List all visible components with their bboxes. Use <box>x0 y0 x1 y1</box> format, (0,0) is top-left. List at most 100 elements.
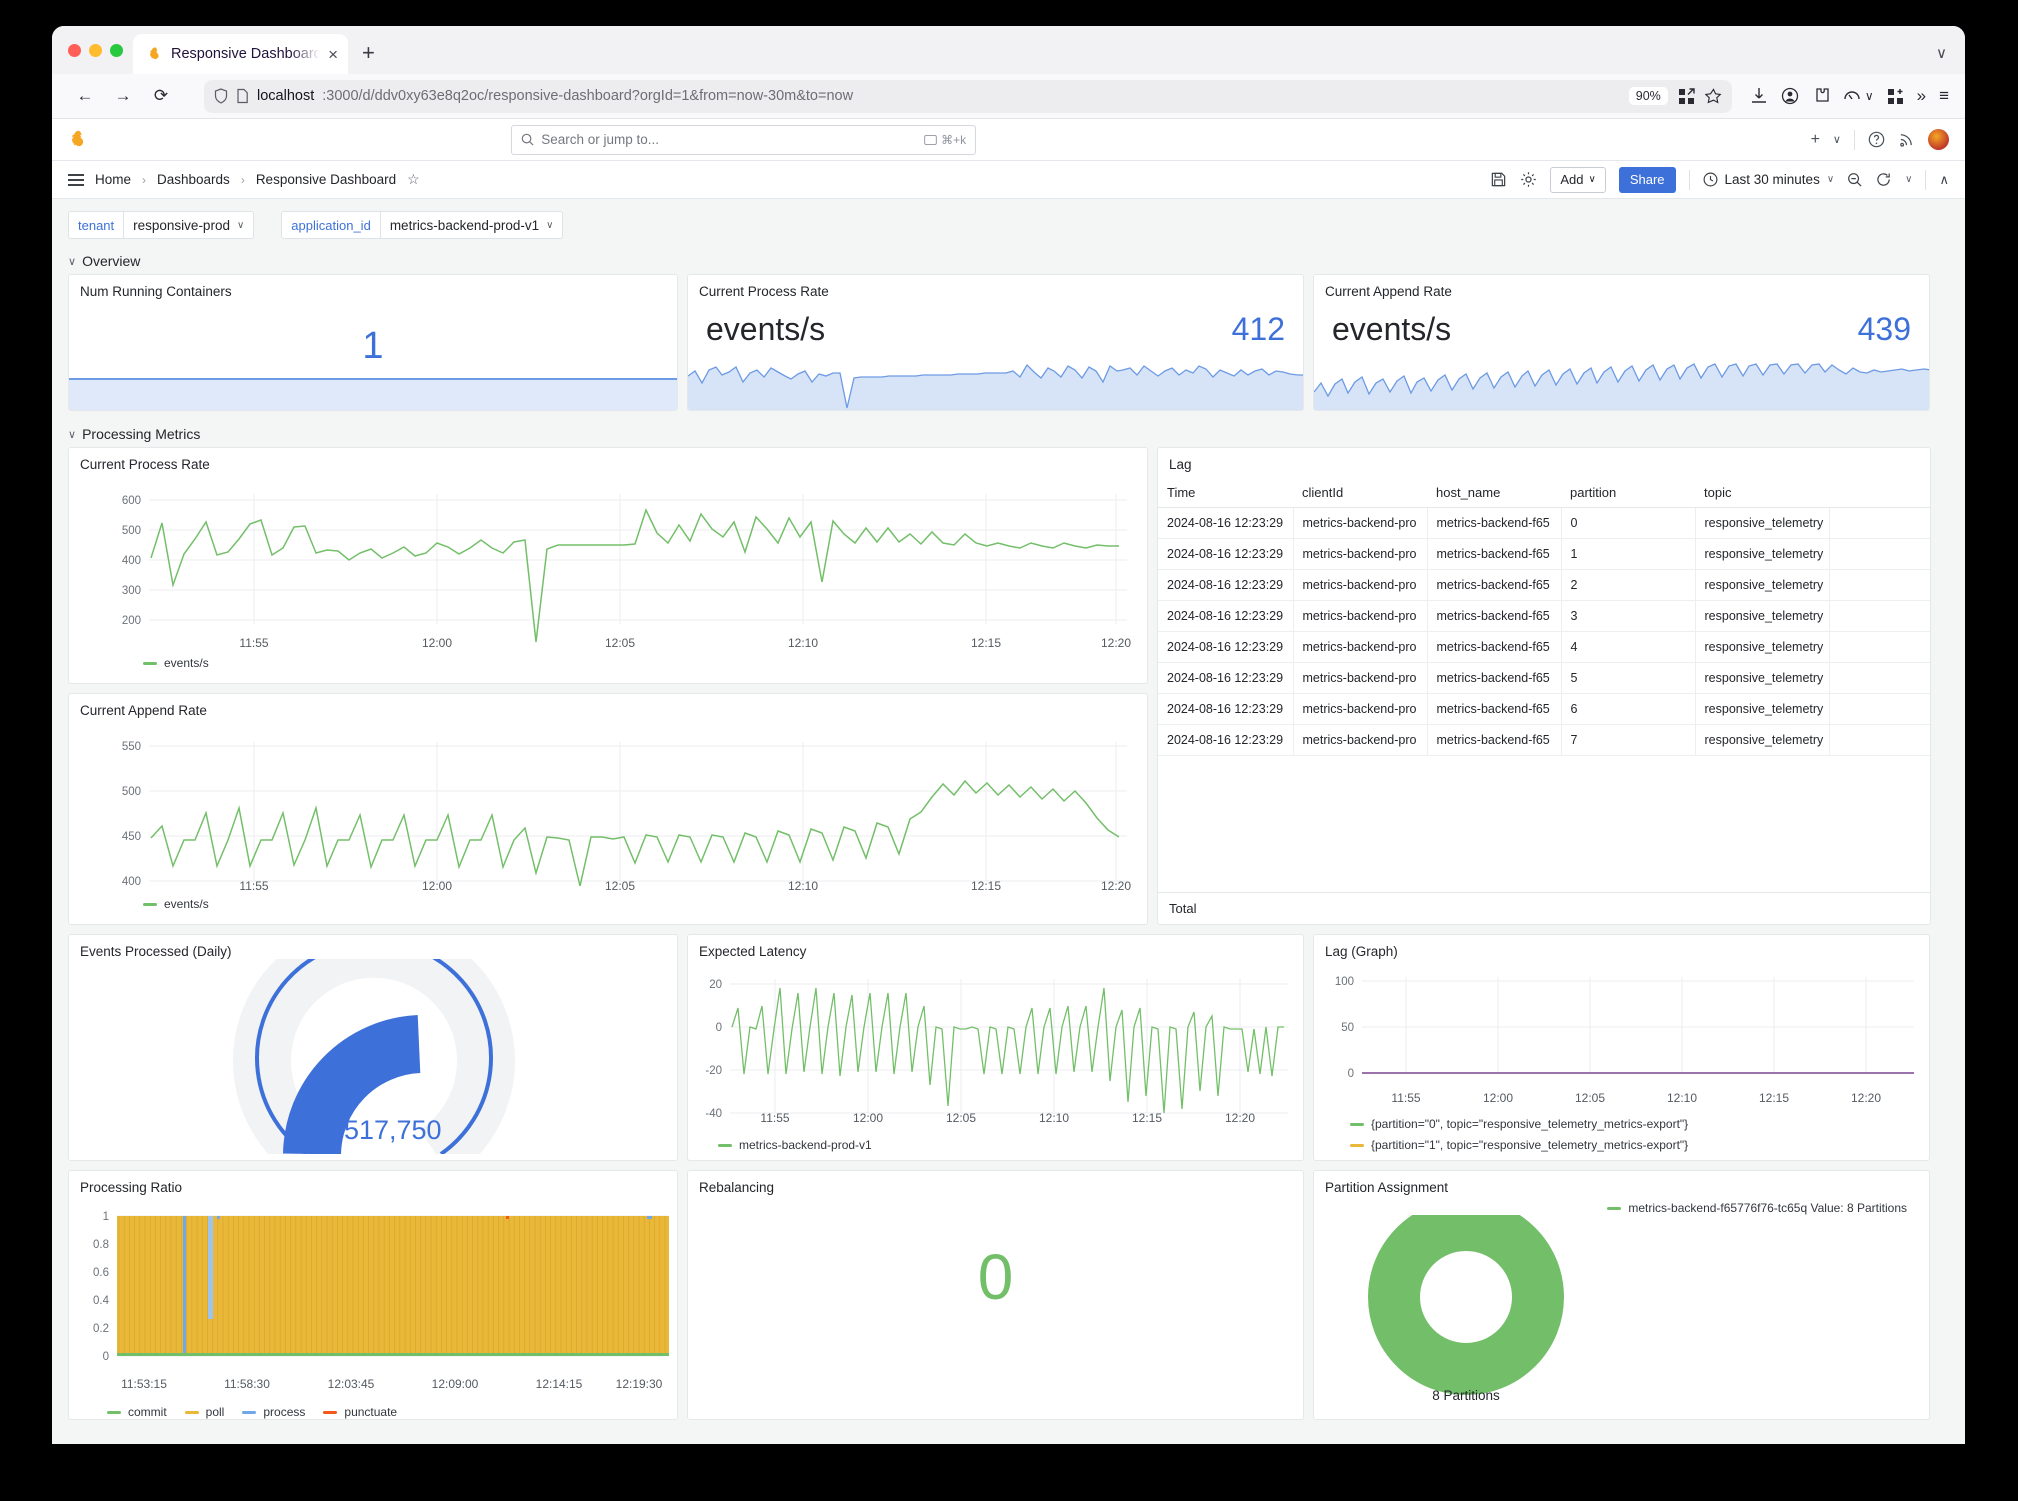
ratio-legend-punctuate[interactable]: punctuate <box>323 1405 397 1419</box>
panel-num-running-containers[interactable]: Num Running Containers 1 <box>68 274 678 411</box>
time-range-picker[interactable]: Last 30 minutes ∨ <box>1703 172 1834 187</box>
favorite-star-icon[interactable]: ☆ <box>407 171 420 188</box>
ratio-legend-poll[interactable]: poll <box>184 1405 224 1419</box>
menu-toggle-icon[interactable] <box>68 173 84 186</box>
panel-partition-assignment[interactable]: Partition Assignment metrics-backend-f65… <box>1313 1170 1930 1420</box>
lag-table-header-row: Time clientId host_name partition topic <box>1158 478 1930 508</box>
puzzle-extension-icon[interactable] <box>1812 87 1830 105</box>
lag-legend-item-2[interactable]: {partition="2", topic="responsive_teleme… <box>1350 1159 1929 1160</box>
svg-text:12:00: 12:00 <box>853 1111 883 1125</box>
current-process-rate-legend[interactable]: events/s <box>69 656 1147 670</box>
forward-button[interactable]: → <box>106 80 140 112</box>
svg-text:0: 0 <box>716 1022 722 1034</box>
lag-legend-item-0[interactable]: {partition="0", topic="responsive_teleme… <box>1350 1117 1929 1131</box>
collapse-toolbar-icon[interactable]: ∧ <box>1939 172 1949 188</box>
panel-processing-ratio[interactable]: Processing Ratio 1 0.8 0.6 0.4 0.2 0 11:… <box>68 1170 678 1420</box>
extensions-icon[interactable] <box>1678 87 1695 105</box>
tab-strip: Responsive Dashboard - Dashb × + ∨ <box>52 26 1965 74</box>
window-controls[interactable] <box>62 26 133 74</box>
table-row[interactable]: 2024-08-16 12:23:29 metrics-backend-pro me… <box>1158 507 1930 539</box>
panel-current-append-rate-stat[interactable]: Current Append Rate events/s 439 <box>1313 274 1930 411</box>
share-button[interactable]: Share <box>1618 166 1676 193</box>
expected-latency-legend[interactable]: metrics-backend-prod-v1 <box>688 1138 872 1152</box>
reload-button[interactable]: ⟳ <box>144 80 178 112</box>
lag-legend-item-1[interactable]: {partition="1", topic="responsive_teleme… <box>1350 1138 1929 1152</box>
panel-expected-latency[interactable]: Expected Latency 20 0 -20 -40 11:55 12:0… <box>687 934 1304 1161</box>
table-row[interactable]: 2024-08-16 12:23:29 metrics-backend-pro me… <box>1158 538 1930 570</box>
svg-text:12:00: 12:00 <box>422 879 452 893</box>
variable-application-id-value[interactable]: metrics-backend-prod-v1 ∨ <box>379 211 564 239</box>
performance-gauge-icon[interactable] <box>1843 87 1861 105</box>
search-input[interactable]: Search or jump to... ⌘+k <box>511 124 977 155</box>
grafana-logo-icon[interactable] <box>68 129 89 150</box>
lag-col-time[interactable]: Time <box>1158 478 1293 508</box>
zoom-out-time-icon[interactable] <box>1847 172 1863 188</box>
add-extension-icon[interactable] <box>1887 88 1904 105</box>
new-tab-button[interactable]: + <box>348 40 389 74</box>
partition-assignment-legend[interactable]: metrics-backend-f65776f76-tc65q Value: 8… <box>1314 1195 1929 1215</box>
lag-cell-r6-c4: responsive_telemetry <box>1695 693 1830 725</box>
zoom-level-badge[interactable]: 90% <box>1628 87 1668 105</box>
panel-rebalancing[interactable]: Rebalancing 0 <box>687 1170 1304 1420</box>
bookmark-star-icon[interactable] <box>1704 87 1722 105</box>
table-row[interactable]: 2024-08-16 12:23:29 metrics-backend-pro me… <box>1158 724 1930 756</box>
account-icon[interactable] <box>1781 87 1799 105</box>
current-process-rate-chart: 600 500 400 300 200 <box>122 494 1127 643</box>
lag-col-host-name[interactable]: host_name <box>1427 478 1561 508</box>
breadcrumb-dashboards[interactable]: Dashboards <box>157 172 230 187</box>
ratio-legend-commit[interactable]: commit <box>107 1405 167 1419</box>
news-rss-icon[interactable] <box>1898 131 1915 148</box>
user-avatar[interactable] <box>1927 129 1949 150</box>
refresh-icon[interactable] <box>1876 172 1892 188</box>
variable-tenant[interactable]: tenant responsive-prod ∨ <box>68 211 255 239</box>
variable-application-id[interactable]: application_id metrics-backend-prod-v1 ∨ <box>281 211 564 239</box>
close-window-button[interactable] <box>68 43 81 57</box>
add-panel-button[interactable]: Add ∨ <box>1550 166 1606 193</box>
panel-events-processed[interactable]: Events Processed (Daily) 38,517,750 <box>68 934 678 1161</box>
minimize-window-button[interactable] <box>89 43 102 57</box>
lag-graph-legend[interactable]: {partition="0", topic="responsive_teleme… <box>1314 1113 1929 1160</box>
lag-table[interactable]: Time clientId host_name partition topic … <box>1158 478 1930 756</box>
row-header-processing-metrics[interactable]: ∨ Processing Metrics <box>52 420 1965 447</box>
lag-graph-chart: 100 50 0 <box>1335 976 1914 1080</box>
lag-col-partition[interactable]: partition <box>1561 478 1695 508</box>
back-button[interactable]: ← <box>68 80 102 112</box>
browser-tab[interactable]: Responsive Dashboard - Dashb × <box>133 34 348 74</box>
panel-current-process-rate-stat[interactable]: Current Process Rate events/s 412 <box>687 274 1304 411</box>
variable-tenant-value[interactable]: responsive-prod ∨ <box>123 211 255 239</box>
lag-col-extra[interactable] <box>1829 478 1930 508</box>
panel-current-append-rate-graph[interactable]: Current Append Rate 550 500 450 400 even… <box>68 693 1148 925</box>
create-chevron-down-icon[interactable]: ∨ <box>1833 133 1841 146</box>
panel-lag-table[interactable]: Lag Time clientId host_name partition to… <box>1157 447 1931 925</box>
performance-chevron-down-icon[interactable]: ∨ <box>1865 89 1874 103</box>
create-plus-icon[interactable]: + <box>1811 131 1820 149</box>
table-row[interactable]: 2024-08-16 12:23:29 metrics-backend-pro me… <box>1158 600 1930 632</box>
row-header-overview[interactable]: ∨ Overview <box>52 247 1965 274</box>
panel-current-process-rate-graph[interactable]: Current Process Rate 600 500 400 300 200 <box>68 447 1148 684</box>
num-running-containers-value: 1 <box>362 325 384 367</box>
panel-lag-graph[interactable]: Lag (Graph) 100 50 0 11:55 12:00 12:05 1… <box>1313 934 1930 1161</box>
table-row[interactable]: 2024-08-16 12:23:29 metrics-backend-pro me… <box>1158 693 1930 725</box>
app-menu-icon[interactable]: ≡ <box>1939 86 1949 106</box>
ratio-legend-process[interactable]: process <box>242 1405 305 1419</box>
tab-list-chevron-down-icon[interactable]: ∨ <box>1936 44 1947 62</box>
lag-col-clientid[interactable]: clientId <box>1293 478 1427 508</box>
downloads-icon[interactable] <box>1750 87 1768 105</box>
save-dashboard-icon[interactable] <box>1490 171 1507 188</box>
table-row[interactable]: 2024-08-16 12:23:29 metrics-backend-pro me… <box>1158 569 1930 601</box>
processing-ratio-legend[interactable]: commit poll process punctuate <box>69 1399 677 1419</box>
lag-cell-r5-c0: 2024-08-16 12:23:29 <box>1158 662 1294 694</box>
table-row[interactable]: 2024-08-16 12:23:29 metrics-backend-pro me… <box>1158 662 1930 694</box>
maximize-window-button[interactable] <box>110 43 123 57</box>
dashboard-settings-gear-icon[interactable] <box>1520 171 1537 188</box>
help-icon[interactable] <box>1868 131 1885 148</box>
lag-col-topic[interactable]: topic <box>1695 478 1829 508</box>
current-append-rate-legend[interactable]: events/s <box>69 897 1147 911</box>
table-row[interactable]: 2024-08-16 12:23:29 metrics-backend-pro me… <box>1158 631 1930 663</box>
address-bar[interactable]: localhost:3000/d/ddv0xy63e8q2oc/responsi… <box>204 79 1732 113</box>
refresh-chevron-down-icon[interactable]: ∨ <box>1905 174 1912 185</box>
breadcrumb-home[interactable]: Home <box>95 172 131 187</box>
overflow-menu-icon[interactable]: » <box>1917 86 1926 106</box>
svg-text:12:14:15: 12:14:15 <box>536 1377 583 1391</box>
close-tab-button[interactable]: × <box>328 46 338 63</box>
